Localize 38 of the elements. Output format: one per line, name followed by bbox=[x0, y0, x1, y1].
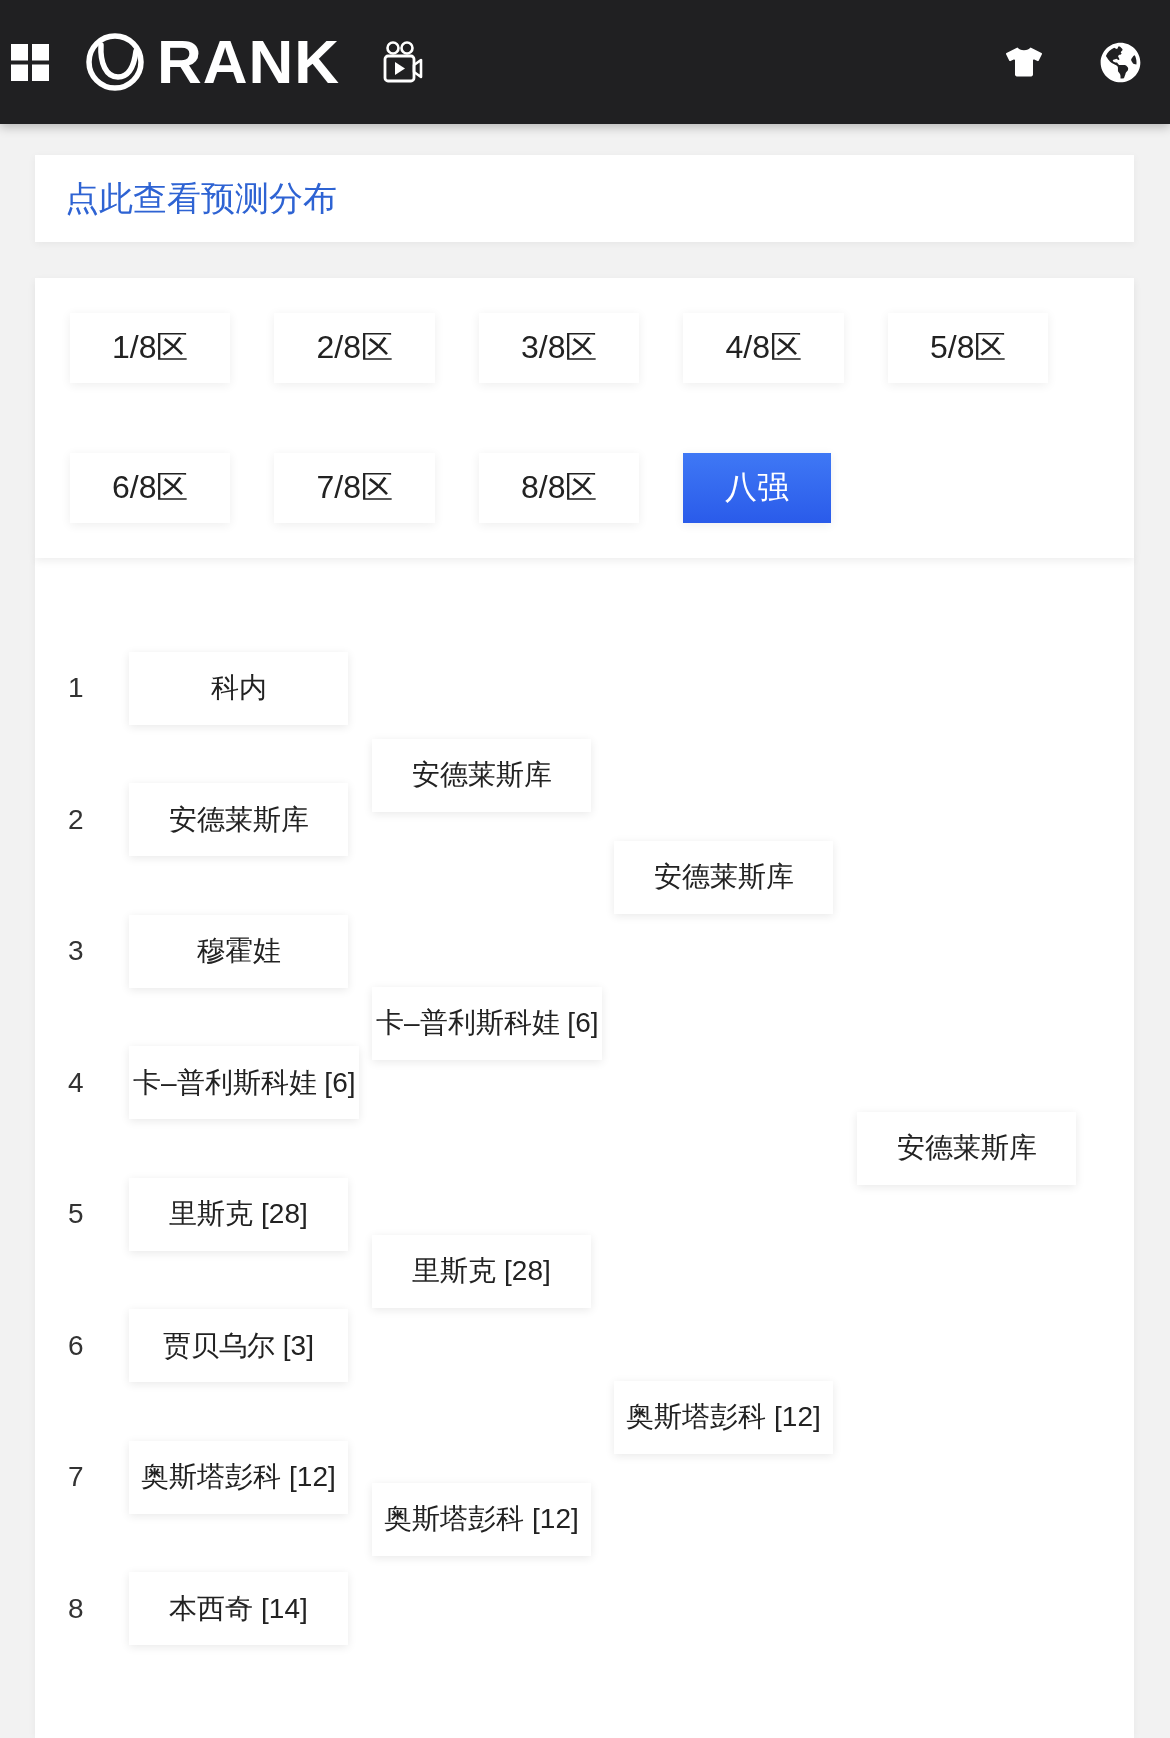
seed-number: 4 bbox=[68, 1065, 84, 1100]
seed-number: 2 bbox=[68, 802, 84, 837]
section-tab[interactable]: 4/8区 bbox=[683, 313, 844, 383]
logo-text: RANK bbox=[157, 31, 341, 93]
player-slot: 科内 bbox=[129, 651, 348, 725]
section-tab[interactable]: 6/8区 bbox=[70, 453, 231, 523]
section-tab[interactable]: 3/8区 bbox=[478, 313, 640, 383]
prediction-link[interactable]: 点此查看预测分布 bbox=[65, 175, 337, 222]
player-slot: 卡–普利斯科娃 [6] bbox=[129, 1046, 360, 1119]
player-slot: 贾贝乌尔 [3] bbox=[129, 1309, 348, 1382]
section-tab[interactable]: 八强 bbox=[683, 453, 832, 523]
player-slot: 奥斯塔彭科 [12] bbox=[614, 1380, 833, 1454]
video-camera-icon[interactable] bbox=[383, 41, 424, 83]
player-slot: 本西奇 [14] bbox=[129, 1572, 348, 1645]
grid-menu-icon[interactable] bbox=[11, 43, 49, 81]
player-slot: 奥斯塔彭科 [12] bbox=[372, 1482, 591, 1556]
globe-icon[interactable] bbox=[1100, 41, 1141, 83]
player-slot: 穆霍娃 bbox=[129, 914, 348, 988]
seed-number: 7 bbox=[68, 1460, 84, 1494]
player-slot: 卡–普利斯科娃 [6] bbox=[372, 986, 603, 1060]
seed-number: 8 bbox=[68, 1591, 84, 1626]
player-slot: 安德莱斯库 bbox=[857, 1111, 1076, 1185]
seed-number: 1 bbox=[68, 671, 84, 705]
seed-number: 5 bbox=[68, 1197, 84, 1231]
section-tab[interactable]: 1/8区 bbox=[70, 313, 231, 383]
player-slot: 奥斯塔彭科 [12] bbox=[129, 1440, 348, 1514]
section-tab[interactable]: 7/8区 bbox=[274, 453, 435, 523]
player-slot: 安德莱斯库 bbox=[372, 738, 591, 812]
player-slot: 里斯克 [28] bbox=[372, 1234, 591, 1308]
section-tab[interactable]: 2/8区 bbox=[274, 313, 435, 383]
seed-number: 6 bbox=[68, 1328, 84, 1363]
player-slot: 安德莱斯库 bbox=[614, 840, 833, 914]
section-tab[interactable]: 5/8区 bbox=[887, 313, 1049, 383]
section-tab[interactable]: 8/8区 bbox=[478, 453, 640, 523]
circle-logo-icon bbox=[86, 33, 144, 91]
player-slot: 里斯克 [28] bbox=[129, 1177, 348, 1251]
player-slot: 安德莱斯库 bbox=[129, 783, 348, 856]
seed-number: 3 bbox=[68, 934, 84, 968]
